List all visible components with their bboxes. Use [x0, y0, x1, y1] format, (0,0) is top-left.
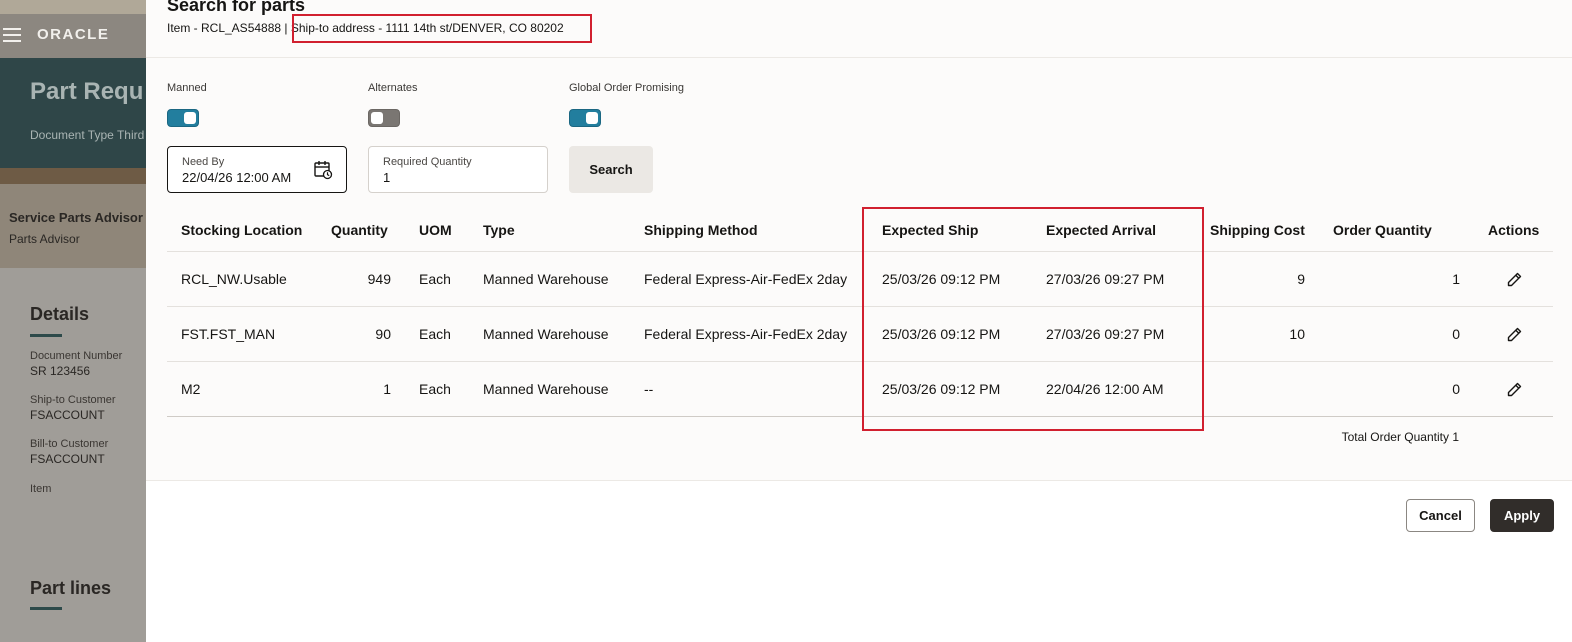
need-by-value: 22/04/26 12:00 AM: [182, 170, 292, 185]
need-by-field[interactable]: Need By 22/04/26 12:00 AM: [167, 146, 347, 193]
page-subtitle: Document Type Third: [30, 128, 145, 142]
edit-pencil-icon[interactable]: [1506, 327, 1522, 343]
details-underline: [30, 334, 62, 337]
uom-cell: Each: [405, 361, 469, 417]
alternates-label: Alternates: [368, 82, 418, 94]
bill-to-customer-value: FSACCOUNT: [30, 452, 105, 466]
toggle-knob: [184, 112, 196, 124]
required-quantity-field[interactable]: Required Quantity 1: [368, 146, 548, 193]
required-quantity-label: Required Quantity: [383, 156, 472, 168]
ship-to-customer-label: Ship-to Customer: [30, 394, 116, 406]
search-button[interactable]: Search: [569, 146, 653, 193]
calendar-icon[interactable]: [313, 160, 333, 180]
item-info: Item - RCL_AS54888 |: [167, 21, 291, 35]
uom-cell: Each: [405, 251, 469, 307]
details-heading: Details: [30, 304, 90, 324]
shipping-cost-cell: [1196, 361, 1319, 417]
part-lines-underline: [30, 607, 62, 610]
shipping-method-cell: --: [630, 361, 868, 417]
apply-button[interactable]: Apply: [1490, 499, 1554, 532]
type-cell: Manned Warehouse: [469, 361, 630, 417]
type-cell: Manned Warehouse: [469, 251, 630, 307]
col-shipping-cost[interactable]: Shipping Cost: [1196, 208, 1319, 252]
page-title: Part Requ: [30, 78, 144, 105]
total-order-quantity: Total Order Quantity 1: [1341, 430, 1459, 444]
expected-dates-highlight: [862, 207, 1204, 431]
bill-to-customer-label: Bill-to Customer: [30, 438, 109, 450]
required-quantity-value: 1: [383, 170, 391, 185]
col-shipping-method[interactable]: Shipping Method: [630, 208, 868, 252]
hamburger-menu-icon[interactable]: [3, 28, 21, 46]
shipping-method-cell: Federal Express-Air-FedEx 2day: [630, 251, 868, 307]
global-order-promising-label: Global Order Promising: [569, 82, 684, 94]
manned-label: Manned: [167, 82, 207, 94]
document-number-value: SR 123456: [30, 364, 91, 378]
table-row[interactable]: FST.FST_MAN 90 Each Manned Warehouse Fed…: [167, 306, 1553, 362]
alternates-toggle[interactable]: [368, 109, 400, 127]
quantity-cell: 1: [317, 361, 405, 417]
table-header-row: Stocking Location Quantity UOM Type Ship…: [167, 208, 1553, 252]
order-quantity-cell: 0: [1319, 361, 1474, 417]
col-order-quantity[interactable]: Order Quantity: [1319, 208, 1474, 252]
col-stocking-location[interactable]: Stocking Location: [167, 208, 317, 252]
shipping-cost-cell: 10: [1196, 306, 1319, 362]
need-by-label: Need By: [182, 156, 225, 168]
stocking-location-cell: FST.FST_MAN: [167, 306, 317, 362]
stocking-location-cell: M2: [167, 361, 317, 417]
actions-cell: [1474, 306, 1553, 362]
advisor-title: Service Parts Advisor: [9, 210, 143, 225]
quantity-cell: 949: [317, 251, 405, 307]
results-table: Stocking Location Quantity UOM Type Ship…: [167, 208, 1553, 417]
stocking-location-cell: RCL_NW.Usable: [167, 251, 317, 307]
quantity-cell: 90: [317, 306, 405, 362]
ship-to-customer-value: FSACCOUNT: [30, 408, 105, 422]
edit-pencil-icon[interactable]: [1506, 272, 1522, 288]
advisor-panel: Service Parts Advisor Parts Advisor: [0, 184, 146, 268]
oracle-logo: ORACLE: [37, 26, 110, 43]
table-row[interactable]: M2 1 Each Manned Warehouse -- 25/03/26 0…: [167, 361, 1553, 417]
order-quantity-cell: 1: [1319, 251, 1474, 307]
drawer-footer: Cancel Apply: [146, 480, 1572, 642]
cancel-button[interactable]: Cancel: [1406, 499, 1475, 532]
document-number-label: Document Number: [30, 350, 123, 362]
uom-cell: Each: [405, 306, 469, 362]
search-parts-drawer: Search for parts Item - RCL_AS54888 | Sh…: [146, 0, 1572, 642]
toggle-knob: [371, 112, 383, 124]
actions-cell: [1474, 361, 1553, 417]
col-quantity[interactable]: Quantity: [317, 208, 405, 252]
type-cell: Manned Warehouse: [469, 306, 630, 362]
global-order-promising-toggle[interactable]: [569, 109, 601, 127]
advisor-subtitle: Parts Advisor: [9, 232, 80, 246]
app-header: ORACLE: [0, 0, 146, 58]
shipping-cost-cell: 9: [1196, 251, 1319, 307]
item-label: Item: [30, 483, 52, 495]
actions-cell: [1474, 251, 1553, 307]
part-lines-heading: Part lines: [30, 578, 112, 598]
drawer-body: Manned Alternates Global Order Promising…: [146, 58, 1572, 480]
hero-strip: [0, 168, 146, 184]
table-row[interactable]: RCL_NW.Usable 949 Each Manned Warehouse …: [167, 251, 1553, 307]
order-quantity-cell: 0: [1319, 306, 1474, 362]
manned-toggle[interactable]: [167, 109, 199, 127]
address-highlight: [292, 14, 592, 43]
page-hero: Part Requ Document Type Third: [0, 58, 146, 184]
toggle-knob: [586, 112, 598, 124]
drawer-title: Search for parts: [167, 0, 306, 15]
shipping-method-cell: Federal Express-Air-FedEx 2day: [630, 306, 868, 362]
col-uom[interactable]: UOM: [405, 208, 469, 252]
col-type[interactable]: Type: [469, 208, 630, 252]
background-page: ORACLE Part Requ Document Type Third Ser…: [0, 0, 146, 642]
edit-pencil-icon[interactable]: [1506, 382, 1522, 398]
col-actions: Actions: [1474, 208, 1553, 252]
